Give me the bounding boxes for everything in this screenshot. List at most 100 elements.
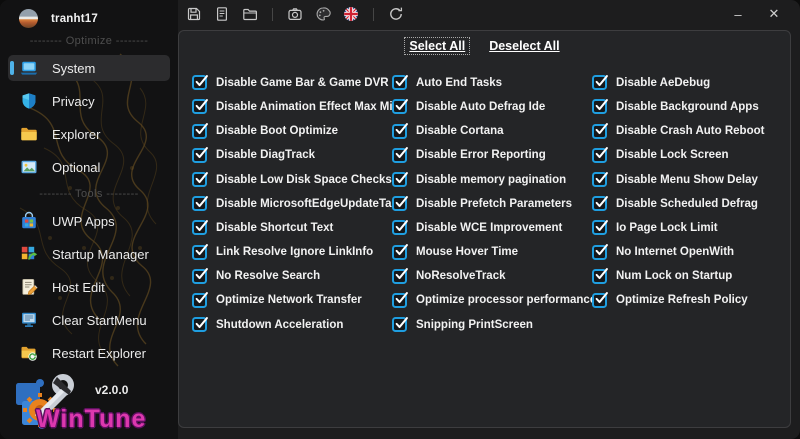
select-all-link[interactable]: Select All [404, 37, 471, 55]
tweak-disable-animation-effect-max-min[interactable]: Disable Animation Effect Max Min [192, 99, 400, 115]
tweak-disable-wce-improvement[interactable]: Disable WCE Improvement [392, 220, 592, 236]
sidebar-item-startup-manager[interactable]: Startup Manager [8, 241, 170, 267]
sidebar-item-label: Optional [52, 159, 101, 175]
uk-flag-button[interactable] [342, 5, 360, 23]
checkbox-checked[interactable] [392, 316, 408, 333]
tweak-label: Disable Background Apps [616, 100, 759, 113]
checkbox-checked[interactable] [192, 220, 208, 236]
tweak-mouse-hover-time[interactable]: Mouse Hover Time [392, 244, 592, 260]
tweak-num-lock-on-startup[interactable]: Num Lock on Startup [592, 268, 792, 285]
checkbox-checked[interactable] [592, 99, 608, 115]
checkbox-checked[interactable] [392, 244, 408, 260]
sidebar-item-privacy[interactable]: Privacy [8, 88, 170, 114]
tweak-label: Mouse Hover Time [416, 246, 519, 259]
minimize-button[interactable]: – [724, 2, 752, 26]
checkbox-column: Auto End Tasks Disable Auto Defrag Ide Dis… [392, 74, 596, 333]
app-window: tranht17 -------- Optimize -------- Syste… [0, 0, 800, 439]
tweak-disable-scheduled-defrag[interactable]: Disable Scheduled Defrag [592, 195, 792, 212]
sidebar-item-system[interactable]: System [8, 55, 170, 81]
tweak-label: Num Lock on Startup [616, 270, 733, 283]
save-button[interactable] [185, 5, 203, 23]
refresh-button[interactable] [387, 5, 405, 23]
tweak-optimize-network-transfer[interactable]: Optimize Network Transfer [192, 292, 392, 309]
checkbox-checked[interactable] [192, 99, 208, 115]
checkbox-checked[interactable] [192, 244, 208, 260]
checkbox-checked[interactable] [592, 292, 608, 308]
checkbox-checked[interactable] [192, 123, 208, 139]
tweak-disable-microsoftedgeupdatetask[interactable]: Disable MicrosoftEdgeUpdateTask [192, 195, 404, 212]
folder-open-button[interactable] [241, 5, 259, 23]
brand-box: v2.0.0 WinTune [0, 369, 178, 439]
tweak-disable-shortcut-text[interactable]: Disable Shortcut Text [192, 220, 392, 236]
tweak-disable-cortana[interactable]: Disable Cortana [392, 123, 592, 139]
tweak-disable-memory-pagination[interactable]: Disable memory pagination [392, 171, 592, 188]
checkbox-checked[interactable] [592, 244, 608, 260]
tweak-disable-error-reporting[interactable]: Disable Error Reporting [392, 147, 592, 164]
sidebar-item-clear-startmenu[interactable]: Clear StartMenu [8, 307, 170, 333]
user-avatar[interactable] [19, 9, 38, 28]
camera-button[interactable] [286, 5, 304, 23]
tweak-snipping-printscreen[interactable]: Snipping PrintScreen [392, 316, 592, 333]
tweak-no-internet-openwith[interactable]: No Internet OpenWith [592, 244, 792, 260]
tweak-link-resolve-ignore-linkinfo[interactable]: Link Resolve Ignore LinkInfo [192, 244, 392, 260]
checkbox-checked[interactable] [392, 195, 408, 212]
tweak-noresolvetrack[interactable]: NoResolveTrack [392, 268, 592, 285]
checkbox-checked[interactable] [392, 220, 408, 236]
tweak-disable-menu-show-delay[interactable]: Disable Menu Show Delay [592, 171, 792, 188]
checkbox-checked[interactable] [592, 220, 608, 236]
tweak-label: Io Page Lock Limit [616, 221, 718, 234]
checkbox-checked[interactable] [392, 147, 408, 163]
checkbox-checked[interactable] [192, 292, 208, 308]
tweak-shutdown-acceleration[interactable]: Shutdown Acceleration [192, 316, 392, 333]
sidebar-item-restart-explorer[interactable]: Restart Explorer [8, 340, 170, 366]
tweak-disable-diagtrack[interactable]: Disable DiagTrack [192, 147, 392, 164]
checkbox-checked[interactable] [392, 268, 408, 284]
checkbox-checked[interactable] [192, 171, 208, 188]
checkbox-checked[interactable] [592, 123, 608, 139]
tweak-optimize-refresh-policy[interactable]: Optimize Refresh Policy [592, 292, 792, 309]
document-button[interactable] [213, 5, 231, 23]
nav-section-label: -------- Tools -------- [39, 188, 139, 200]
tweak-disable-low-disk-space-checks[interactable]: Disable Low Disk Space Checks [192, 171, 392, 188]
tweak-label: Shutdown Acceleration [216, 318, 344, 331]
checkbox-checked[interactable] [192, 74, 208, 91]
blocks-arrow-icon [19, 244, 39, 264]
checkbox-checked[interactable] [592, 171, 608, 188]
folder-open-icon [242, 6, 258, 22]
palette-button[interactable] [314, 5, 332, 23]
checkbox-checked[interactable] [392, 74, 408, 91]
sidebar-item-optional[interactable]: Optional [8, 154, 170, 180]
checkbox-checked[interactable] [592, 74, 608, 91]
tweak-disable-background-apps[interactable]: Disable Background Apps [592, 99, 792, 115]
tweak-label: Snipping PrintScreen [416, 318, 533, 331]
sidebar-item-uwp-apps[interactable]: UWP Apps [8, 208, 170, 234]
checkbox-checked[interactable] [392, 99, 408, 115]
tweak-disable-auto-defrag-ide[interactable]: Disable Auto Defrag Ide [392, 99, 592, 115]
deselect-all-link[interactable]: Deselect All [485, 38, 563, 54]
tweak-disable-prefetch-parameters[interactable]: Disable Prefetch Parameters [392, 195, 592, 212]
checkbox-checked[interactable] [592, 268, 608, 284]
checkbox-checked[interactable] [192, 195, 208, 212]
tweak-no-resolve-search[interactable]: No Resolve Search [192, 268, 392, 285]
checkbox-checked[interactable] [592, 195, 608, 212]
shield-icon [19, 91, 39, 111]
checkbox-checked[interactable] [392, 123, 408, 139]
sidebar-nav: -------- Optimize -------- System Privacy E… [0, 34, 178, 373]
checkbox-checked[interactable] [192, 147, 208, 163]
sidebar-item-host-edit[interactable]: Host Edit [8, 274, 170, 300]
checkbox-checked[interactable] [592, 147, 608, 163]
tweak-disable-lock-screen[interactable]: Disable Lock Screen [592, 147, 792, 164]
checkbox-checked[interactable] [392, 171, 408, 188]
checkbox-checked[interactable] [192, 316, 208, 333]
sidebar-item-explorer[interactable]: Explorer [8, 121, 170, 147]
tweak-auto-end-tasks[interactable]: Auto End Tasks [392, 74, 592, 91]
tweak-disable-crash-auto-reboot[interactable]: Disable Crash Auto Reboot [592, 123, 792, 139]
tweak-disable-boot-optimize[interactable]: Disable Boot Optimize [192, 123, 392, 139]
tweak-disable-game-bar-game-dvr[interactable]: Disable Game Bar & Game DVR [192, 74, 392, 91]
tweak-io-page-lock-limit[interactable]: Io Page Lock Limit [592, 220, 792, 236]
close-button[interactable]: ✕ [760, 2, 788, 26]
tweak-optimize-processor-performance[interactable]: Optimize processor performance [392, 292, 596, 309]
checkbox-checked[interactable] [192, 268, 208, 284]
tweak-disable-aedebug[interactable]: Disable AeDebug [592, 74, 792, 91]
checkbox-checked[interactable] [392, 292, 408, 308]
